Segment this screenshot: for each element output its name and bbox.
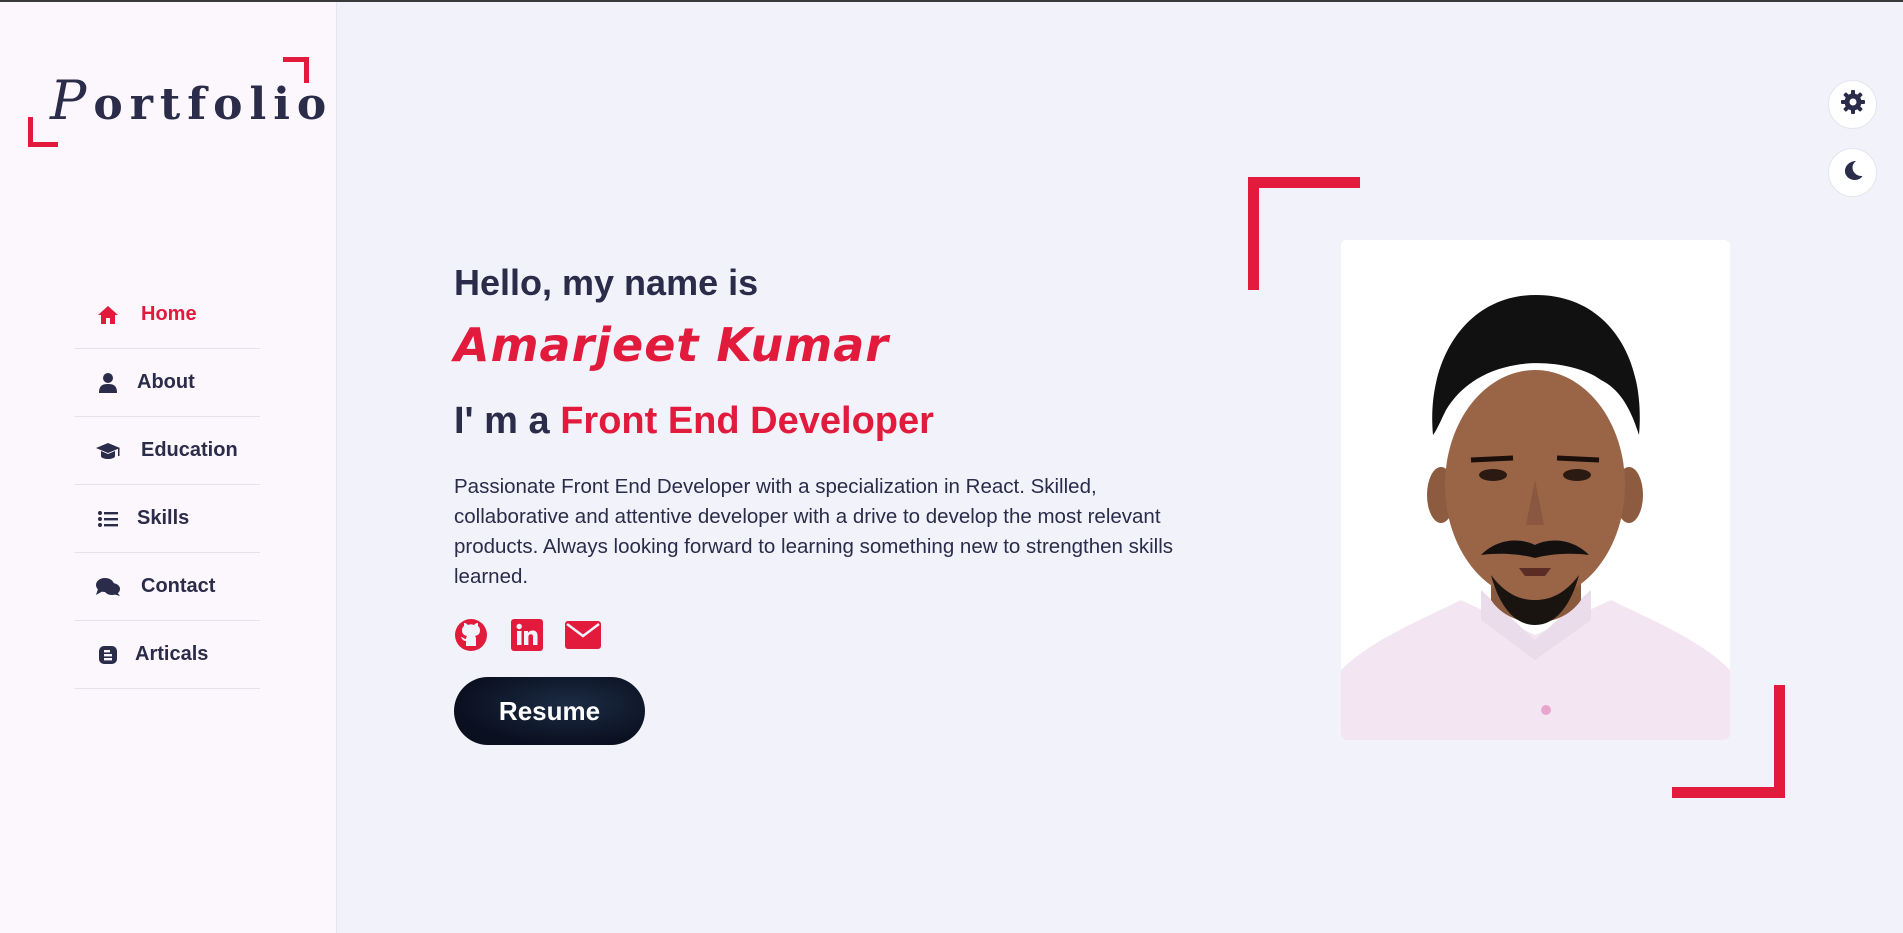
photo-corner-bottom-right <box>1672 685 1785 798</box>
sidebar-item-contact[interactable]: Contact <box>75 553 260 621</box>
sidebar-item-label: Contact <box>141 575 216 597</box>
comments-icon <box>93 575 123 599</box>
linkedin-icon[interactable] <box>509 617 545 653</box>
greeting: Hello, my name is <box>454 262 759 303</box>
gear-icon <box>1840 89 1866 120</box>
settings-button[interactable] <box>1828 80 1877 129</box>
moon-icon <box>1842 159 1864 186</box>
role-title: Front End Developer <box>560 400 934 442</box>
bio-description: Passionate Front End Developer with a sp… <box>454 475 1174 588</box>
sidebar-item-label: About <box>137 371 195 393</box>
github-icon[interactable] <box>453 617 489 653</box>
theme-toggle-button[interactable] <box>1828 148 1877 197</box>
sidebar-item-skills[interactable]: Skills <box>75 485 260 553</box>
profile-photo <box>1341 240 1730 740</box>
sidebar-item-label: Skills <box>137 507 190 529</box>
envelope-icon[interactable] <box>565 617 601 653</box>
logo-text: Portfolio <box>50 69 334 132</box>
role-line: I' m a Front End Developer <box>454 400 934 442</box>
sidebar-item-label: Articals <box>135 643 209 665</box>
sidebar-item-home[interactable]: Home <box>75 281 260 349</box>
sidebar-nav: Home About Education Skills Contact Arti… <box>75 281 260 689</box>
user-icon <box>93 371 123 395</box>
sidebar: Portfolio Home About Education Skills Co… <box>0 2 337 933</box>
resume-button[interactable]: Resume <box>454 677 645 745</box>
sidebar-item-about[interactable]: About <box>75 349 260 417</box>
sidebar-item-label: Education <box>141 439 238 461</box>
home-icon <box>93 303 123 327</box>
sidebar-item-articals[interactable]: Articals <box>75 621 260 689</box>
logo[interactable]: Portfolio <box>28 57 326 147</box>
list-icon <box>93 507 123 531</box>
sidebar-item-education[interactable]: Education <box>75 417 260 485</box>
graduation-cap-icon <box>93 439 123 463</box>
blog-icon <box>93 643 123 667</box>
person-name: Amarjeet Kumar <box>454 318 889 372</box>
sidebar-item-label: Home <box>141 303 197 325</box>
social-links <box>453 617 601 653</box>
